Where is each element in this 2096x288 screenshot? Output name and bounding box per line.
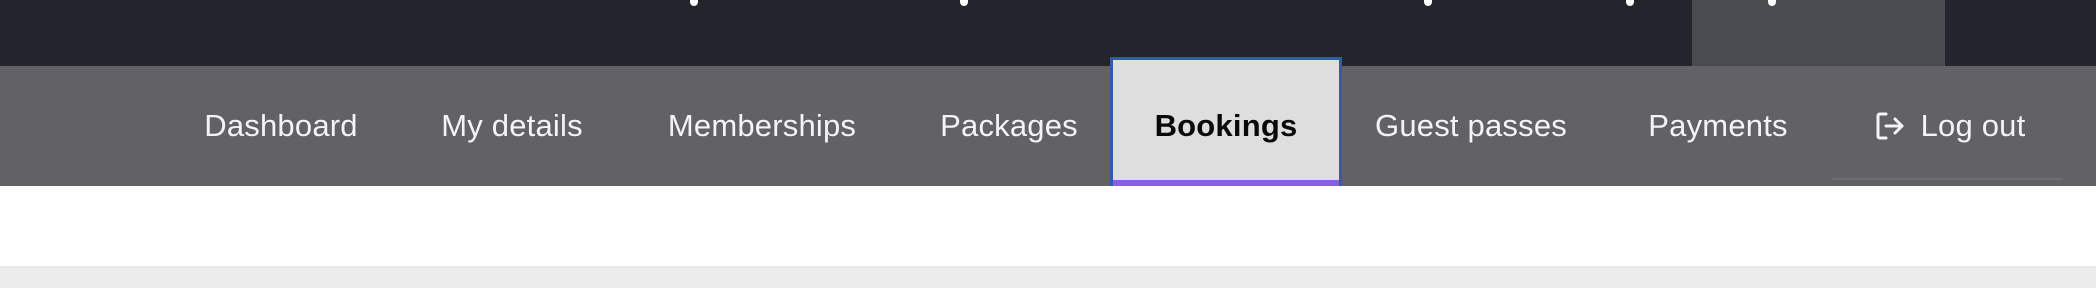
nav-item-label: Memberships: [667, 108, 857, 143]
nav-item-label: Dashboard: [204, 108, 358, 143]
nav-item-label: Log out: [1920, 108, 2026, 143]
top-header-active-item[interactable]: [1692, 0, 1945, 66]
cropped-text-fragment: [690, 0, 698, 6]
nav-item-label: Guest passes: [1375, 108, 1567, 143]
nav-item-log-out[interactable]: Log out: [1860, 66, 2038, 186]
logout-icon: [1873, 109, 1907, 143]
cropped-text-fragment: [960, 0, 968, 6]
nav-item-memberships[interactable]: Memberships: [650, 66, 874, 186]
cropped-text-fragment: [1424, 0, 1432, 6]
nav-item-packages[interactable]: Packages: [922, 66, 1096, 186]
nav-item-dashboard[interactable]: Dashboard: [190, 66, 372, 186]
account-nav-bar: Dashboard My details Memberships Package…: [0, 57, 2096, 195]
nav-item-label: My details: [441, 108, 583, 143]
nav-item-label: Payments: [1648, 108, 1788, 143]
page-content-area: [0, 186, 2096, 266]
nav-item-payments[interactable]: Payments: [1632, 66, 1804, 186]
cropped-text-fragment: [1626, 0, 1634, 6]
nav-item-guest-passes[interactable]: Guest passes: [1362, 66, 1580, 186]
nav-item-label: Bookings: [1154, 108, 1298, 143]
page-section-divider: [0, 266, 2096, 288]
nav-item-my-details[interactable]: My details: [424, 66, 600, 186]
nav-item-label: Packages: [940, 108, 1078, 143]
logout-divider: [1832, 178, 2062, 180]
cropped-text-fragment: [1768, 0, 1776, 6]
top-header-bar: [0, 0, 2096, 66]
nav-item-bookings[interactable]: Bookings: [1110, 57, 1342, 195]
